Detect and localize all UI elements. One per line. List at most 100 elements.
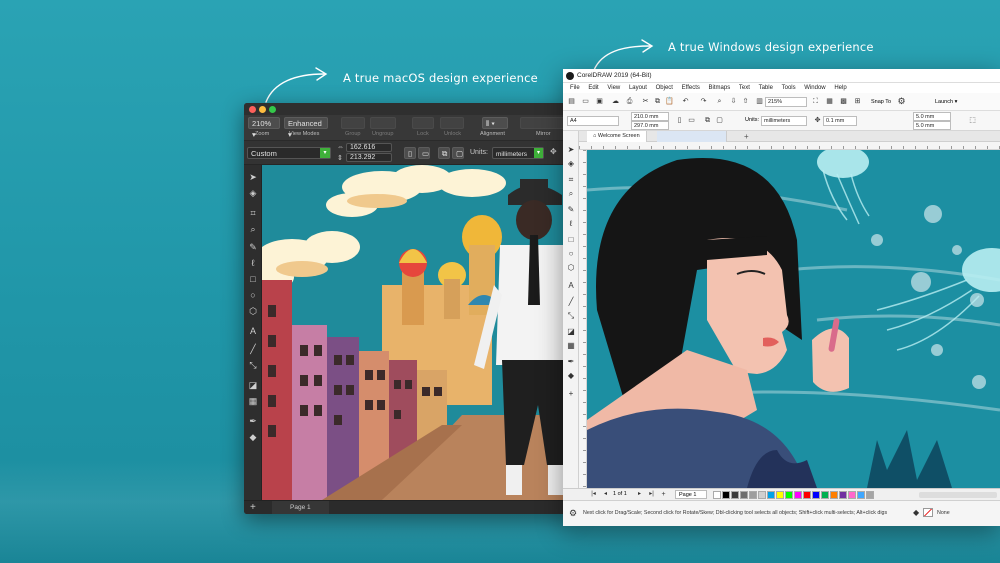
first-page-icon[interactable]: |◂	[589, 490, 598, 499]
text-tool-icon[interactable]: A	[247, 325, 259, 337]
zoom-dropdown[interactable]: 210% ▾	[248, 117, 280, 139]
print-icon[interactable]: ⎙	[625, 97, 634, 106]
last-page-icon[interactable]: ▸|	[647, 490, 656, 499]
menu-bitmaps[interactable]: Bitmaps	[709, 85, 731, 91]
snap-to-dropdown[interactable]: Snap To	[871, 97, 891, 107]
current-page-icon[interactable]: ▢	[715, 116, 724, 125]
color-swatch[interactable]	[722, 491, 730, 499]
eyedropper-tool-icon[interactable]: ✒	[566, 357, 576, 367]
add-tool-icon[interactable]: +	[566, 389, 576, 399]
next-page-icon[interactable]: ▸	[635, 490, 644, 499]
duplicate-y-field[interactable]: 5.0 mm	[913, 121, 951, 130]
pdf-icon[interactable]: ▥	[755, 97, 764, 106]
shadow-tool-icon[interactable]: ◪	[247, 379, 259, 391]
add-page-icon[interactable]: +	[250, 501, 256, 514]
search-content-icon[interactable]: ⌕	[715, 97, 724, 106]
crop-tool-icon[interactable]: ⌗	[566, 175, 576, 185]
landscape-icon[interactable]: ▭	[687, 116, 696, 125]
ellipse-tool-icon[interactable]: ○	[566, 249, 576, 259]
maximize-window-button[interactable]	[269, 106, 276, 113]
options-gear-icon[interactable]: ⚙	[897, 97, 906, 106]
cut-icon[interactable]: ✂	[641, 97, 650, 106]
shape-tool-icon[interactable]: ◈	[247, 187, 259, 199]
landscape-button[interactable]: ▭	[418, 147, 430, 159]
color-swatch[interactable]	[866, 491, 874, 499]
fill-tool-icon[interactable]: ◆	[247, 431, 259, 443]
color-swatch[interactable]	[749, 491, 757, 499]
all-pages-button[interactable]: ⧉	[438, 147, 450, 159]
color-swatch[interactable]	[857, 491, 865, 499]
zoom-tool-icon[interactable]: ⌕	[566, 189, 576, 199]
view-modes-dropdown[interactable]: Enhanced ▾	[284, 117, 328, 139]
menu-help[interactable]: Help	[834, 85, 846, 91]
rulers-icon[interactable]: ▦	[825, 97, 834, 106]
connector-tool-icon[interactable]: ⤡	[247, 359, 259, 371]
minimize-window-button[interactable]	[259, 106, 266, 113]
menu-effects[interactable]: Effects	[682, 85, 700, 91]
color-swatch[interactable]	[758, 491, 766, 499]
color-swatch[interactable]	[812, 491, 820, 499]
line-tool-icon[interactable]: ╱	[566, 297, 576, 307]
transparency-tool-icon[interactable]: ▦	[566, 341, 576, 351]
freehand-tool-icon[interactable]: ✎	[566, 205, 576, 215]
crop-tool-icon[interactable]: ⌗	[247, 207, 259, 219]
menu-table[interactable]: Table	[759, 85, 773, 91]
shadow-tool-icon[interactable]: ◪	[566, 327, 576, 337]
page-tab[interactable]: Page 1	[272, 501, 329, 514]
menu-view[interactable]: View	[607, 85, 620, 91]
launch-dropdown[interactable]: Launch ▾	[935, 97, 957, 107]
ellipse-tool-icon[interactable]: ○	[247, 289, 259, 301]
menu-window[interactable]: Window	[804, 85, 825, 91]
color-swatch[interactable]	[767, 491, 775, 499]
transparency-tool-icon[interactable]: ▦	[247, 395, 259, 407]
units-dropdown[interactable]: millimeters	[761, 116, 807, 126]
ungroup-button[interactable]	[370, 117, 396, 129]
line-tool-icon[interactable]: ╱	[247, 343, 259, 355]
page-size-dropdown[interactable]: A4	[567, 116, 619, 126]
color-swatch[interactable]	[839, 491, 847, 499]
save-icon[interactable]: ▣	[595, 97, 604, 106]
prev-page-icon[interactable]: ◂	[601, 490, 610, 499]
zoom-level-dropdown[interactable]: 215%	[765, 97, 807, 107]
units-dropdown[interactable]: millimeters ▾	[492, 147, 544, 159]
nudge-distance-field[interactable]: 0.1 mm	[823, 116, 857, 126]
cloud-icon[interactable]: ☁	[611, 97, 620, 106]
menu-file[interactable]: File	[570, 85, 580, 91]
group-button[interactable]	[341, 117, 365, 129]
menu-edit[interactable]: Edit	[588, 85, 598, 91]
full-screen-icon[interactable]: ⛶	[811, 97, 820, 106]
new-document-icon[interactable]: ▤	[567, 97, 576, 106]
color-swatch[interactable]	[776, 491, 784, 499]
settings-gear-icon[interactable]: ⚙	[569, 508, 577, 519]
page-width-field[interactable]: 210.0 mm	[631, 112, 669, 121]
zoom-tool-icon[interactable]: ⌕	[247, 223, 259, 235]
current-page-button[interactable]: ▢	[452, 147, 464, 159]
menu-layout[interactable]: Layout	[629, 85, 647, 91]
menu-text[interactable]: Text	[739, 85, 750, 91]
page-preset-dropdown[interactable]: Custom ▾	[247, 147, 331, 159]
add-page-icon[interactable]: +	[659, 490, 668, 499]
shape-tool-icon[interactable]: ◈	[566, 159, 576, 169]
color-swatch[interactable]	[740, 491, 748, 499]
color-swatch[interactable]	[830, 491, 838, 499]
page-width-field[interactable]: 162.616	[346, 143, 392, 152]
vertical-ruler[interactable]	[579, 150, 587, 488]
tab-document[interactable]	[657, 131, 727, 142]
unlock-button[interactable]	[440, 117, 464, 129]
all-pages-icon[interactable]: ⧉	[703, 116, 712, 125]
horizontal-ruler[interactable]	[579, 142, 1000, 150]
fill-tool-icon[interactable]: ◆	[566, 371, 576, 381]
import-icon[interactable]: ⇩	[729, 97, 738, 106]
lock-button[interactable]	[412, 117, 434, 129]
color-swatch[interactable]	[803, 491, 811, 499]
portrait-icon[interactable]: ▯	[675, 116, 684, 125]
copy-icon[interactable]: ⧉	[653, 97, 662, 106]
tab-welcome-screen[interactable]: ⌂ Welcome Screen	[587, 131, 647, 142]
close-window-button[interactable]	[249, 106, 256, 113]
paste-icon[interactable]: 📋	[665, 97, 674, 106]
page-height-field[interactable]: 213.292	[346, 153, 392, 162]
add-tab-icon[interactable]: +	[744, 131, 749, 142]
color-swatch[interactable]	[821, 491, 829, 499]
artistic-media-icon[interactable]: ℓ	[566, 219, 576, 229]
rectangle-tool-icon[interactable]: □	[247, 273, 259, 285]
